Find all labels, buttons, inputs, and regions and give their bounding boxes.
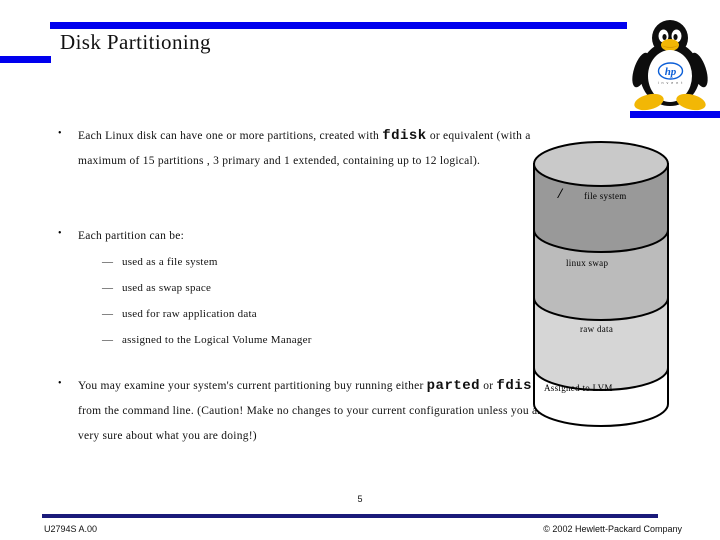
cylinder-segment-label-file-system: file system bbox=[584, 191, 627, 201]
partition-use-list: — used as a file system — used as swap s… bbox=[78, 249, 450, 353]
bullet-item-2: • Each partition can be: — used as a fil… bbox=[50, 224, 450, 353]
bullet-text-2: Each partition can be: bbox=[78, 230, 185, 242]
bullet-marker: • bbox=[58, 228, 62, 239]
title-accent-bar-left bbox=[0, 56, 51, 63]
course-code: U2794S A.00 bbox=[44, 524, 98, 534]
copyright-notice: © 2002 Hewlett-Packard Company bbox=[543, 524, 682, 534]
list-item-label: used as swap space bbox=[122, 282, 212, 294]
cylinder-segment-label-raw-data: raw data bbox=[580, 324, 614, 334]
bullet-1-seg-fdisk: fdisk bbox=[382, 128, 427, 144]
list-item-label: used as a file system bbox=[122, 256, 218, 268]
cylinder-segment-label-assigned-to-lvm: Assigned to LVM bbox=[544, 383, 613, 393]
logo-accent-bar bbox=[630, 111, 720, 118]
bullet-marker: • bbox=[58, 378, 62, 389]
bullet-item-1: • Each Linux disk can have one or more p… bbox=[50, 124, 540, 174]
disk-cylinder-diagram: / file system linux swap raw data Assign… bbox=[528, 136, 674, 436]
bullet-3-seg-0: You may examine your system's current pa… bbox=[78, 380, 427, 392]
title-accent-bar-top bbox=[50, 22, 627, 29]
dash-marker: — bbox=[102, 334, 114, 346]
svg-text:hp: hp bbox=[665, 66, 677, 78]
page-title: Disk Partitioning bbox=[60, 30, 211, 54]
bullet-item-3: • You may examine your system's current … bbox=[50, 374, 550, 449]
page-number: 5 bbox=[357, 494, 363, 504]
list-item: — used for raw application data bbox=[78, 301, 450, 327]
root-mount-slash-label: / bbox=[558, 186, 563, 202]
svg-text:i n v e n t: i n v e n t bbox=[658, 81, 684, 85]
list-item: — used as a file system bbox=[78, 249, 450, 275]
dash-marker: — bbox=[102, 308, 114, 320]
bullet-3-seg-4: from the command line. (Caution! Make no… bbox=[78, 405, 547, 442]
list-item: — used as swap space bbox=[78, 275, 450, 301]
footer-divider bbox=[42, 514, 658, 518]
bullet-text-1: Each Linux disk can have one or more par… bbox=[78, 124, 540, 174]
tux-linux-penguin-icon: hp i n v e n t bbox=[624, 18, 716, 112]
bullet-3-seg-2: or bbox=[480, 380, 497, 392]
list-item-label: assigned to the Logical Volume Manager bbox=[122, 334, 312, 346]
dash-marker: — bbox=[102, 282, 114, 294]
bullet-text-3: You may examine your system's current pa… bbox=[78, 374, 550, 449]
dash-marker: — bbox=[102, 256, 114, 268]
list-item: — assigned to the Logical Volume Manager bbox=[78, 327, 450, 353]
bullet-3-seg-parted: parted bbox=[426, 378, 481, 394]
cylinder-segment-label-linux-swap: linux swap bbox=[566, 258, 609, 268]
bullet-marker: • bbox=[58, 128, 62, 139]
list-item-label: used for raw application data bbox=[122, 308, 257, 320]
bullet-1-seg-0: Each Linux disk can have one or more par… bbox=[78, 130, 383, 142]
